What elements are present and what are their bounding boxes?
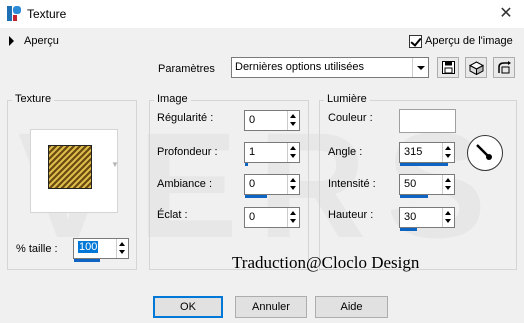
window-title: Texture — [27, 7, 67, 21]
angle-dial-icon[interactable] — [466, 134, 504, 172]
size-value: 100 — [78, 241, 99, 253]
angle-label: Angle : — [328, 146, 363, 158]
presets-dropdown[interactable]: Dernières options utilisées — [231, 57, 429, 78]
intensity-spinner[interactable]: 50 — [399, 174, 455, 198]
ambience-value: 0 — [249, 178, 256, 190]
chevron-down-icon — [417, 66, 425, 70]
light-color-swatch[interactable] — [399, 109, 456, 133]
swatch-dropdown-icon[interactable]: ▼ — [111, 160, 119, 169]
close-icon[interactable]: ✕ — [495, 3, 517, 23]
spinner-arrows[interactable] — [442, 208, 454, 227]
dropdown-button[interactable] — [412, 58, 428, 77]
ambience-label: Ambiance : — [157, 178, 213, 190]
ambience-level-bar — [245, 195, 267, 198]
shine-spinner[interactable]: 0 — [244, 207, 300, 228]
expand-arrow-icon — [9, 36, 14, 46]
depth-spinner[interactable]: 1 — [244, 142, 300, 166]
regularity-label: Régularité : — [157, 112, 214, 124]
spinner-arrows[interactable] — [287, 143, 299, 162]
randomize-button[interactable] — [493, 57, 515, 78]
shine-label: Éclat : — [157, 209, 188, 221]
paintshop-app-icon — [7, 6, 21, 21]
depth-label: Profondeur : — [157, 146, 218, 158]
intensity-label: Intensité : — [328, 178, 376, 190]
size-label: % taille : — [16, 243, 58, 255]
save-preset-button[interactable] — [437, 57, 459, 78]
presets-label: Paramètres — [158, 63, 215, 75]
depth-value: 1 — [249, 146, 256, 158]
spinner-arrows[interactable] — [116, 239, 128, 258]
depth-level-bar — [245, 163, 248, 166]
presets-value: Dernières options utilisées — [235, 61, 365, 73]
ok-button[interactable]: OK — [153, 296, 223, 318]
height-label: Hauteur : — [328, 209, 374, 221]
spinner-arrows[interactable] — [442, 143, 454, 162]
credit-text: Traduction@Cloclo Design — [232, 253, 420, 272]
image-preview-label: Aperçu de l'image — [425, 35, 513, 47]
randomize-icon — [498, 61, 511, 74]
height-level-bar — [400, 228, 417, 231]
height-value: 30 — [404, 211, 417, 223]
shine-value: 0 — [249, 211, 256, 223]
angle-value: 315 — [404, 146, 423, 158]
angle-spinner[interactable]: 315 — [399, 142, 455, 166]
cancel-button[interactable]: Annuler — [235, 296, 307, 318]
ambience-spinner[interactable]: 0 — [244, 174, 300, 198]
height-spinner[interactable]: 30 — [399, 207, 455, 231]
texture-preview-frame[interactable] — [30, 129, 118, 213]
title-bar: Texture ✕ — [0, 0, 524, 28]
angle-level-bar — [400, 163, 448, 166]
spinner-arrows[interactable] — [287, 208, 299, 227]
regularity-spinner[interactable]: 0 — [244, 110, 300, 131]
spinner-arrows[interactable] — [287, 175, 299, 194]
texture-group-title: Texture — [12, 93, 55, 105]
size-level-bar — [74, 259, 100, 262]
intensity-value: 50 — [404, 178, 417, 190]
intensity-level-bar — [400, 195, 428, 198]
image-group-title: Image — [154, 93, 191, 105]
spinner-arrows[interactable] — [287, 111, 299, 130]
reset-button[interactable] — [465, 57, 487, 78]
light-group-title: Lumière — [324, 93, 370, 105]
size-spinner[interactable]: 100 — [73, 238, 129, 262]
save-preset-icon — [442, 61, 455, 74]
texture-swatch-image — [48, 145, 92, 189]
help-button[interactable]: Aide — [315, 296, 388, 318]
image-preview-checkbox[interactable] — [409, 35, 422, 48]
spinner-arrows[interactable] — [442, 175, 454, 194]
preview-toggle-label: Aperçu — [24, 35, 59, 47]
regularity-value: 0 — [249, 114, 256, 126]
color-label: Couleur : — [328, 112, 373, 124]
reset-icon — [469, 61, 484, 75]
